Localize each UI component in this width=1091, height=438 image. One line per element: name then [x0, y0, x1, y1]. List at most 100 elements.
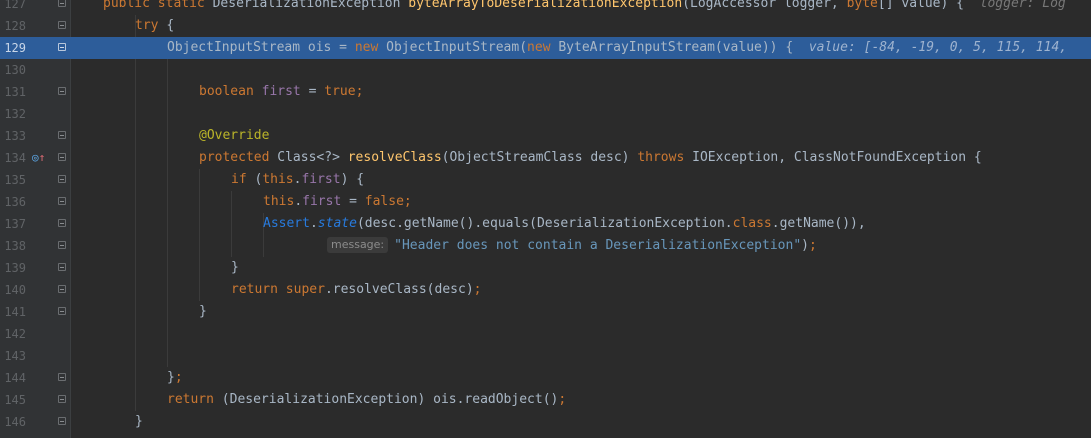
code-token: ) {: [340, 172, 365, 187]
code-line[interactable]: 140 return super.resolveClass(desc);: [0, 279, 1091, 301]
line-number[interactable]: 142: [0, 323, 26, 345]
override-gutter-icon[interactable]: ◎↑: [32, 147, 45, 169]
fold-toggle-icon[interactable]: [58, 307, 66, 315]
code-text[interactable]: Assert.state(desc.getName().equals(Deser…: [263, 213, 866, 235]
code-token: Class<?>: [277, 150, 348, 165]
code-token: (desc.getName().equals(DeserializationEx…: [356, 216, 733, 231]
code-token: return: [231, 282, 286, 297]
line-number[interactable]: 140: [0, 279, 26, 301]
fold-toggle-icon[interactable]: [58, 263, 66, 271]
line-number[interactable]: 133: [0, 125, 26, 147]
fold-toggle-icon[interactable]: [58, 175, 66, 183]
code-token: }: [199, 304, 207, 319]
fold-toggle-icon[interactable]: [58, 131, 66, 139]
line-number[interactable]: 143: [0, 345, 26, 367]
fold-toggle-icon[interactable]: [58, 87, 66, 95]
code-line[interactable]: 127 public static DeserializationExceptio…: [0, 0, 1091, 15]
code-text[interactable]: if (this.first) {: [231, 169, 364, 191]
code-token: first: [302, 194, 350, 209]
code-token: Assert: [263, 216, 310, 231]
code-line[interactable]: 144};: [0, 367, 1091, 389]
line-number[interactable]: 128: [0, 15, 26, 37]
code-token: first: [261, 84, 309, 99]
code-token: @Override: [199, 128, 270, 143]
code-line[interactable]: 142: [0, 323, 1091, 345]
code-text[interactable]: return super.resolveClass(desc);: [231, 279, 481, 301]
code-token: boolean: [199, 84, 262, 99]
line-number[interactable]: 144: [0, 367, 26, 389]
code-token: =: [349, 194, 365, 209]
code-line[interactable]: 134 ◎↑ protected Class<?> resolveClass(Obj…: [0, 147, 1091, 169]
code-token: protected: [199, 150, 278, 165]
fold-toggle-icon[interactable]: [58, 43, 66, 51]
override-circle-icon[interactable]: ◎: [32, 151, 39, 164]
line-number[interactable]: 139: [0, 257, 26, 279]
code-token: class: [732, 216, 772, 231]
code-text[interactable]: @Override: [199, 125, 269, 147]
code-line[interactable]: 138 message: "Header does not contain a De…: [0, 235, 1091, 257]
fold-toggle-icon[interactable]: [58, 0, 66, 7]
fold-toggle-icon[interactable]: [58, 373, 66, 381]
code-text[interactable]: protected Class<?> resolveClass(ObjectSt…: [199, 147, 982, 169]
fold-toggle-icon[interactable]: [58, 417, 66, 425]
line-number[interactable]: 134: [0, 147, 26, 169]
fold-toggle-icon[interactable]: [58, 395, 66, 403]
code-token: static: [157, 0, 213, 11]
code-line[interactable]: 136 this.first = false;: [0, 191, 1091, 213]
code-text[interactable]: };: [167, 367, 183, 389]
code-editor[interactable]: 127 public static DeserializationExceptio…: [0, 0, 1091, 438]
debugger-inline-value: logger: Log: [971, 0, 1066, 11]
line-number[interactable]: 136: [0, 191, 26, 213]
line-number[interactable]: 141: [0, 301, 26, 323]
code-text[interactable]: boolean first = true;: [199, 81, 363, 103]
code-line[interactable]: 131 boolean first = true;: [0, 81, 1091, 103]
code-line[interactable]: 139}: [0, 257, 1091, 279]
code-text[interactable]: try {: [135, 15, 174, 37]
line-number[interactable]: 130: [0, 59, 26, 81]
code-line[interactable]: 132: [0, 103, 1091, 125]
code-token: byteArrayToDeserializationException: [408, 0, 683, 11]
code-line[interactable]: 141}: [0, 301, 1091, 323]
line-number[interactable]: 135: [0, 169, 26, 191]
code-line[interactable]: 133 @Override: [0, 125, 1091, 147]
fold-toggle-icon[interactable]: [58, 197, 66, 205]
code-line[interactable]: 128 try {: [0, 15, 1091, 37]
code-line[interactable]: 143: [0, 345, 1091, 367]
fold-toggle-icon[interactable]: [58, 285, 66, 293]
fold-toggle-icon[interactable]: [58, 241, 66, 249]
code-line[interactable]: 130: [0, 59, 1091, 81]
code-line[interactable]: 137 Assert.state(desc.getName().equals(De…: [0, 213, 1091, 235]
code-line[interactable]: 145 return (DeserializationException) ois…: [0, 389, 1091, 411]
line-number[interactable]: 127: [0, 0, 26, 15]
code-line[interactable]: 129 ObjectInputStream ois = new ObjectInp…: [0, 37, 1091, 59]
code-token: ;: [174, 370, 183, 385]
code-text[interactable]: ObjectInputStream ois = new ObjectInputS…: [167, 37, 1067, 59]
line-number[interactable]: 146: [0, 411, 26, 433]
implements-up-arrow-icon[interactable]: ↑: [39, 151, 46, 164]
fold-toggle-icon[interactable]: [58, 153, 66, 161]
line-number[interactable]: 131: [0, 81, 26, 103]
code-text[interactable]: }: [135, 411, 143, 433]
fold-toggle-icon[interactable]: [58, 21, 66, 29]
code-token: "Header does not contain a Deserializati…: [394, 238, 802, 253]
code-line[interactable]: 135 if (this.first) {: [0, 169, 1091, 191]
code-text[interactable]: public static DeserializationException b…: [103, 0, 1066, 15]
code-line[interactable]: 146}: [0, 411, 1091, 433]
line-number[interactable]: 138: [0, 235, 26, 257]
code-token: ;: [558, 392, 567, 407]
code-text[interactable]: message: "Header does not contain a Deser…: [327, 235, 817, 257]
line-number[interactable]: 137: [0, 213, 26, 235]
code-text[interactable]: return (DeserializationException) ois.re…: [167, 389, 566, 411]
code-text[interactable]: }: [199, 301, 207, 323]
code-token: IOException, ClassNotFoundException {: [692, 150, 982, 165]
fold-toggle-icon[interactable]: [58, 219, 66, 227]
code-token: this: [262, 172, 294, 187]
code-text[interactable]: this.first = false;: [263, 191, 412, 213]
line-number[interactable]: 132: [0, 103, 26, 125]
code-token: new: [354, 40, 387, 55]
line-number[interactable]: 129: [0, 37, 26, 59]
code-token: public: [103, 0, 158, 11]
code-text[interactable]: }: [231, 257, 239, 279]
parameter-name-hint: message:: [327, 237, 389, 253]
line-number[interactable]: 145: [0, 389, 26, 411]
